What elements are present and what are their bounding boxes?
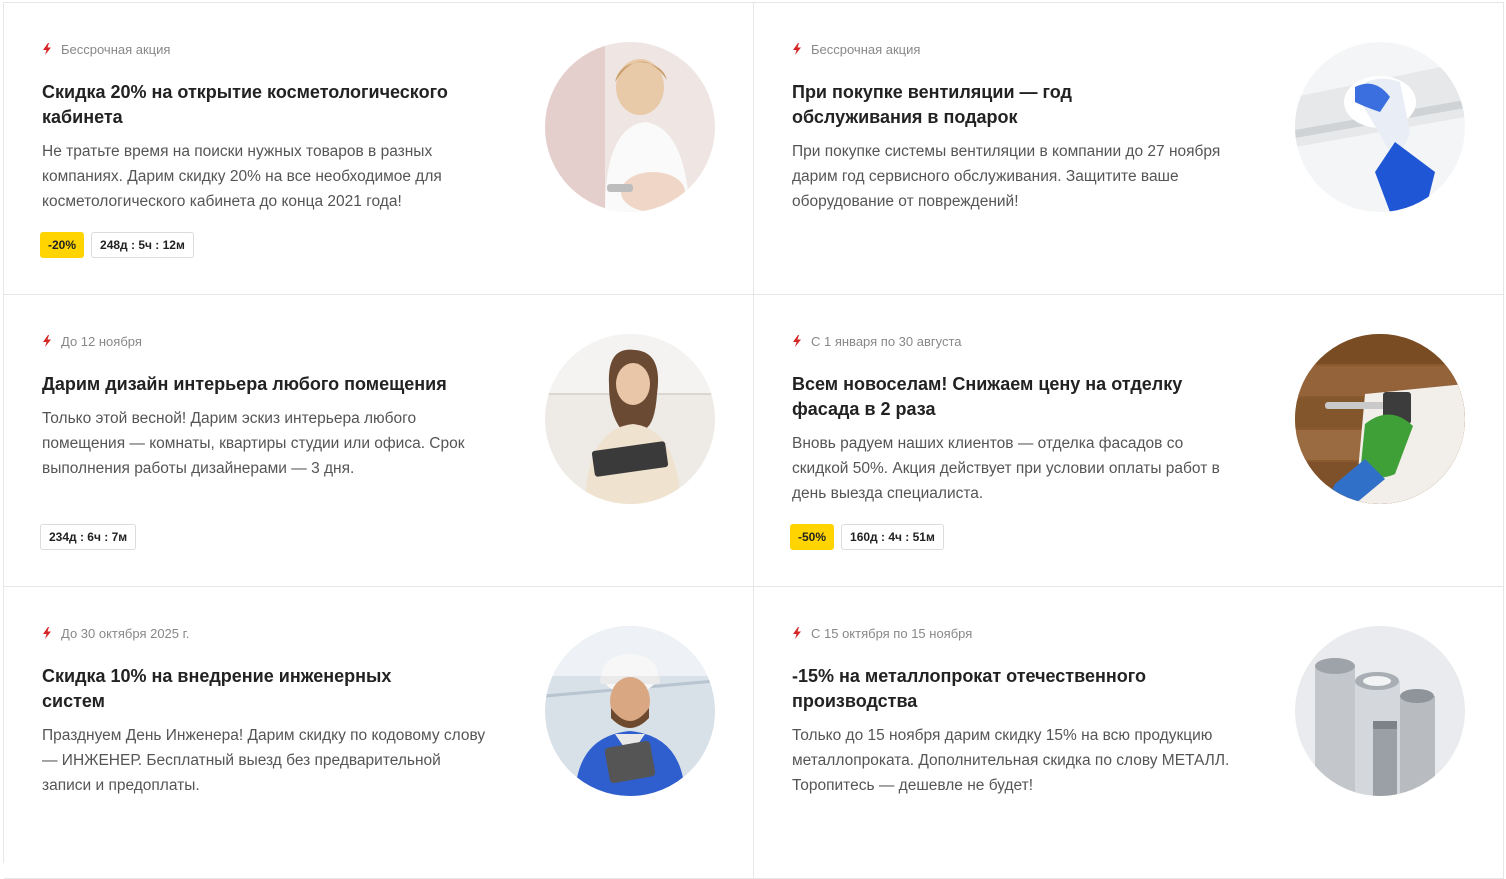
promo-card[interactable]: До 12 ноября Дарим дизайн интерьера любо…: [4, 295, 754, 587]
engineer-photo[interactable]: [545, 626, 715, 796]
promo-tags: -50% 160д : 4ч : 51м: [790, 524, 944, 550]
lightning-icon: [42, 627, 52, 639]
promo-period-text: Бессрочная акция: [61, 41, 171, 57]
promo-card[interactable]: До 30 октября 2025 г. Скидка 10% на внед…: [4, 587, 754, 879]
promo-description: При покупке системы вентиляции в компани…: [792, 143, 1221, 210]
promo-card[interactable]: С 1 января по 30 августа Всем новоселам!…: [754, 295, 1504, 587]
promo-description: Не тратьте время на поиски нужных товаро…: [42, 143, 442, 210]
discount-badge: -20%: [40, 232, 85, 258]
promo-card[interactable]: С 15 октября по 15 ноября -15% на металл…: [754, 587, 1504, 879]
promo-description: Только до 15 ноября дарим скидку 15% на …: [792, 727, 1230, 794]
promo-title[interactable]: Всем новоселам! Снижаем цену на отделку …: [792, 372, 1202, 422]
promo-description: Празднуем День Инженера! Дарим скидку по…: [42, 727, 486, 794]
promo-period-text: До 30 октября 2025 г.: [61, 625, 190, 641]
countdown-timer: 160д : 4ч : 51м: [841, 524, 944, 550]
promo-description: Вновь радуем наших клиентов — отделка фа…: [792, 435, 1220, 502]
promo-tags: -20% 248д : 5ч : 12м: [40, 232, 194, 258]
facade-painting-photo[interactable]: [1295, 334, 1465, 504]
lightning-icon: [42, 335, 52, 347]
metal-pipes-photo[interactable]: [1295, 626, 1465, 796]
countdown-timer: 234д : 6ч : 7м: [40, 524, 137, 550]
promo-grid: Бессрочная акция Скидка 20% на открытие …: [3, 2, 1504, 879]
promo-title[interactable]: При покупке вентиляции — год обслуживани…: [792, 80, 1202, 130]
lightning-icon: [42, 43, 52, 55]
promo-title[interactable]: Скидка 20% на открытие косметологическог…: [42, 80, 452, 130]
cosmetologist-photo[interactable]: [545, 42, 715, 212]
lightning-icon: [792, 627, 802, 639]
promo-title[interactable]: Скидка 10% на внедрение инженерных систе…: [42, 664, 452, 714]
promo-card[interactable]: Бессрочная акция При покупке вентиляции …: [754, 3, 1504, 295]
promo-title[interactable]: -15% на металлопрокат отечественного про…: [792, 664, 1202, 714]
lightning-icon: [792, 43, 802, 55]
designer-photo[interactable]: [545, 334, 715, 504]
countdown-timer: 248д : 5ч : 12м: [91, 232, 194, 258]
promo-period-text: До 12 ноября: [61, 333, 142, 349]
discount-badge: -50%: [790, 524, 835, 550]
promo-title[interactable]: Дарим дизайн интерьера любого помещения: [42, 372, 452, 397]
promo-description: Только этой весной! Дарим эскиз интерьер…: [42, 410, 465, 477]
promo-period-text: С 1 января по 30 августа: [811, 333, 962, 349]
promo-period-text: Бессрочная акция: [811, 41, 921, 57]
promo-tags: 234д : 6ч : 7м: [40, 524, 137, 550]
lightning-icon: [792, 335, 802, 347]
ventilation-cleaning-photo[interactable]: [1295, 42, 1465, 212]
promo-card[interactable]: Бессрочная акция Скидка 20% на открытие …: [4, 3, 754, 295]
promo-period-text: С 15 октября по 15 ноября: [811, 625, 973, 641]
